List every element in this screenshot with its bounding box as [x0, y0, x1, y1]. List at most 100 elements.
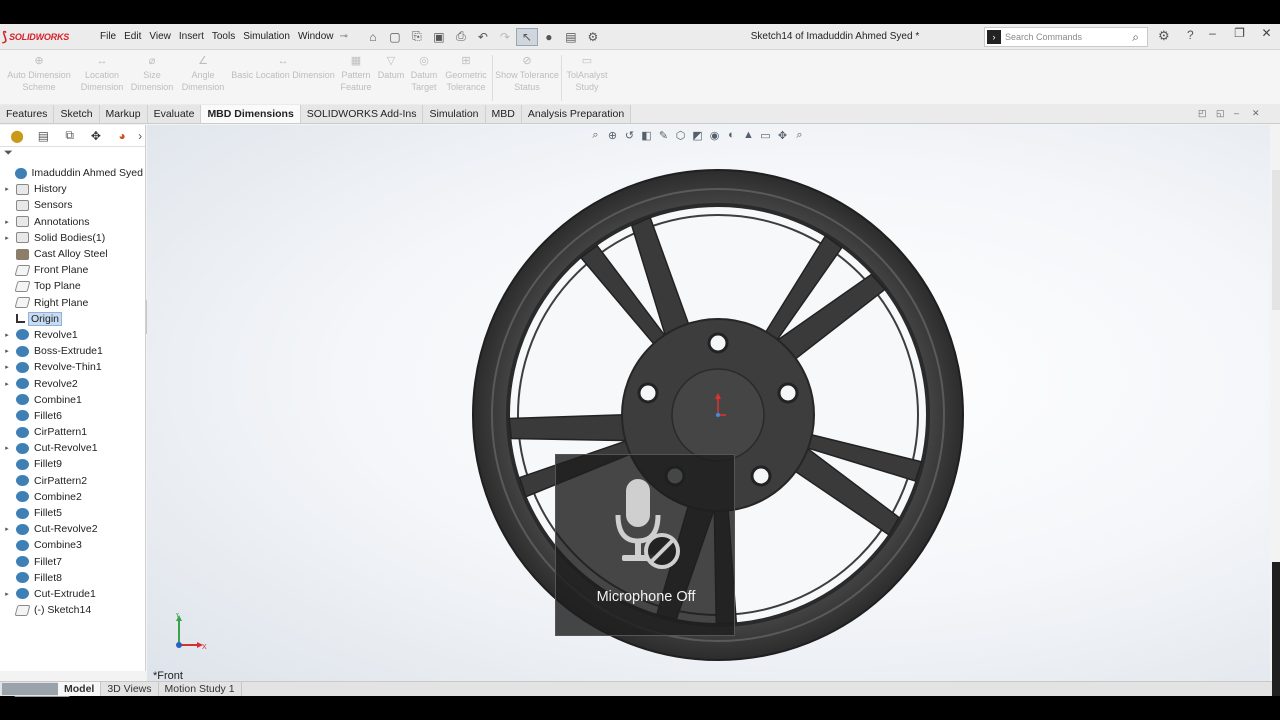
search-input[interactable]: Search Commands [1005, 32, 1132, 42]
tree-item[interactable]: Fillet9 [0, 456, 145, 472]
expand-arrow-icon[interactable]: ▸ [3, 380, 11, 388]
tree-item[interactable]: Combine2 [0, 489, 145, 505]
tree-item[interactable]: ▸ Revolve1 [0, 327, 145, 343]
expand-arrow-icon[interactable]: ▸ [3, 444, 11, 452]
expand-arrow-icon[interactable]: ▸ [3, 363, 11, 371]
tab-3d-views[interactable]: 3D Views [101, 682, 159, 696]
tab-scroll-arrows[interactable] [2, 683, 58, 695]
tree-item[interactable]: Front Plane [0, 262, 145, 278]
help-icon[interactable]: ? [1187, 28, 1194, 42]
select-icon[interactable]: ↖ [515, 27, 538, 46]
tab-solidworks-add-ins[interactable]: SOLIDWORKS Add-Ins [300, 105, 424, 123]
tree-item[interactable]: Fillet7 [0, 554, 145, 570]
expand-arrow-icon[interactable]: ▸ [3, 218, 11, 226]
tab-evaluate[interactable]: Evaluate [147, 105, 202, 123]
search-commands[interactable]: › Search Commands ⌕ [984, 27, 1148, 47]
restore-view-icon[interactable]: ◱ [1216, 108, 1234, 119]
save-icon[interactable]: ▣ [428, 28, 450, 46]
basic-location-dimension-button[interactable]: ↔ Basic Location Dimension [228, 51, 338, 105]
datum-target-button[interactable]: ◎ Datum Target [408, 51, 440, 105]
menu-view[interactable]: View [149, 31, 171, 42]
angle-dimension-button[interactable]: ∠ Angle Dimension [178, 51, 228, 105]
configuration-manager-tab-icon[interactable]: ⧉ [57, 128, 83, 143]
close-icon[interactable]: ✕ [1253, 26, 1280, 40]
search-icon[interactable]: ⌕ [1132, 30, 1139, 45]
options-icon[interactable]: ⚙ [582, 28, 604, 46]
tree-item[interactable]: Fillet5 [0, 505, 145, 521]
tab-mbd[interactable]: MBD [485, 105, 522, 123]
tree-item[interactable]: CirPattern2 [0, 473, 145, 489]
tree-item[interactable]: (-) Sketch14 [0, 602, 145, 618]
restore-icon[interactable]: ❐ [1226, 26, 1253, 40]
undo-icon[interactable]: ↶ [472, 28, 494, 46]
tab-mbd-dimensions[interactable]: MBD Dimensions [201, 105, 301, 123]
tile-icon[interactable]: ◰ [1198, 108, 1216, 119]
tab-motion-study-1[interactable]: Motion Study 1 [159, 682, 242, 696]
tree-item[interactable]: Cast Alloy Steel [0, 246, 145, 262]
show-tolerance-status-button[interactable]: ⊘ Show Tolerance Status [493, 51, 561, 105]
expand-arrow-icon[interactable]: ▸ [3, 331, 11, 339]
filter-icon[interactable]: ⏷ [0, 147, 145, 165]
minimize-view-icon[interactable]: – [1234, 108, 1252, 119]
expand-arrow-icon[interactable]: ▸ [3, 234, 11, 242]
file-properties-icon[interactable]: ▤ [560, 28, 582, 46]
expand-arrow-icon[interactable]: ▸ [3, 590, 11, 598]
minimize-icon[interactable]: – [1199, 26, 1226, 40]
tree-item[interactable]: ▸ Cut-Extrude1 [0, 586, 145, 602]
redo-icon[interactable]: ↷ [494, 28, 516, 46]
tree-item[interactable]: Imaduddin Ahmed Syed [0, 165, 145, 181]
expand-arrow-icon[interactable]: ▸ [3, 347, 11, 355]
home-icon[interactable]: ⌂ [362, 28, 384, 46]
panel-expand-icon[interactable]: › [135, 129, 145, 143]
close-view-icon[interactable]: ✕ [1252, 108, 1270, 119]
rebuild-icon[interactable]: ● [538, 28, 560, 46]
feature-manager-tab-icon[interactable]: ⬤ [4, 129, 30, 143]
tab-analysis-preparation[interactable]: Analysis Preparation [521, 105, 632, 123]
menu-tools[interactable]: Tools [212, 31, 235, 42]
tree-item[interactable]: ▸ Cut-Revolve1 [0, 440, 145, 456]
tree-item[interactable]: ▸ Annotations [0, 214, 145, 230]
tree-item[interactable]: ▸ Cut-Revolve2 [0, 521, 145, 537]
tree-item[interactable]: Sensors [0, 197, 145, 213]
menu-simulation[interactable]: Simulation [243, 31, 290, 42]
pattern-feature-button[interactable]: ▦ Pattern Feature [338, 51, 374, 105]
tab-simulation[interactable]: Simulation [423, 105, 486, 123]
tree-item[interactable]: Top Plane [0, 278, 145, 294]
expand-arrow-icon[interactable]: ▸ [3, 185, 11, 193]
tree-item[interactable]: Fillet8 [0, 570, 145, 586]
settings-icon[interactable]: ⚙ [1158, 28, 1170, 44]
new-document-icon[interactable]: ▢ [384, 28, 406, 46]
tab-sketch[interactable]: Sketch [54, 105, 100, 123]
tree-item[interactable]: Combine1 [0, 392, 145, 408]
menu-file[interactable]: File [100, 31, 116, 42]
menu-insert[interactable]: Insert [179, 31, 204, 42]
dimxpert-tab-icon[interactable]: ✥ [83, 129, 109, 143]
tree-item[interactable]: ▸ Solid Bodies(1) [0, 230, 145, 246]
datum-button[interactable]: ▽ Datum [374, 51, 408, 105]
tab-markup[interactable]: Markup [99, 105, 148, 123]
task-pane-tabs[interactable] [1272, 170, 1280, 310]
tree-item[interactable]: CirPattern1 [0, 424, 145, 440]
tree-item[interactable]: Fillet6 [0, 408, 145, 424]
tolanalyst-study-button[interactable]: ▭ TolAnalyst Study [562, 51, 612, 105]
menu-edit[interactable]: Edit [124, 31, 141, 42]
auto-dimension-scheme-button[interactable]: ⊕ Auto Dimension Scheme [0, 51, 78, 105]
tree-item[interactable]: Origin [0, 311, 145, 327]
tree-item[interactable]: ▸ Boss-Extrude1 [0, 343, 145, 359]
pin-icon[interactable]: ⊸ [340, 31, 348, 42]
tree-item[interactable]: Combine3 [0, 537, 145, 553]
tree-item[interactable]: ▸ Revolve-Thin1 [0, 359, 145, 375]
property-manager-tab-icon[interactable]: ▤ [30, 129, 56, 143]
tree-item[interactable]: ▸ History [0, 181, 145, 197]
tree-item[interactable]: Right Plane [0, 295, 145, 311]
geometric-tolerance-button[interactable]: ⊞ Geometric Tolerance [440, 51, 492, 105]
tree-item[interactable]: ▸ Revolve2 [0, 375, 145, 391]
expand-arrow-icon[interactable]: ▸ [3, 525, 11, 533]
display-manager-tab-icon[interactable]: ◕ [109, 129, 135, 143]
menu-window[interactable]: Window [298, 31, 334, 42]
open-icon[interactable]: ⎘ [406, 28, 428, 46]
tab-model[interactable]: Model [58, 682, 102, 696]
location-dimension-button[interactable]: ↔ Location Dimension [78, 51, 126, 105]
solidworks-logo[interactable]: ⟆ SOLIDWORKS [2, 29, 96, 45]
tab-features[interactable]: Features [0, 105, 55, 123]
